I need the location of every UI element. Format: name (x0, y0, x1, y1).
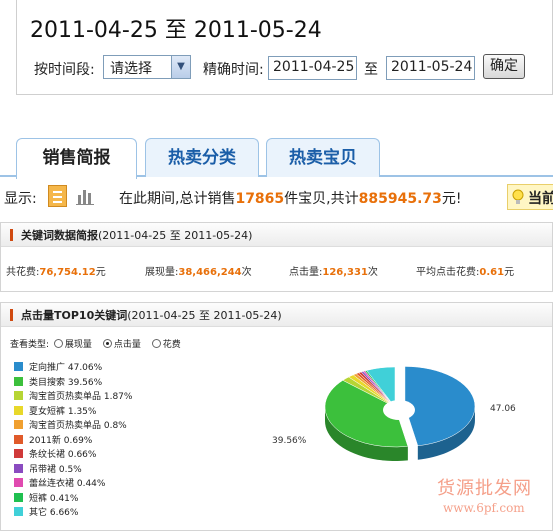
date-from-input[interactable]: 2011-04-25 (268, 56, 357, 80)
date-range-title: 2011-04-25 至 2011-05-24 (30, 18, 322, 43)
legend-item: 吊带裙 0.5% (14, 462, 82, 475)
period-label: 按时间段: (34, 62, 95, 78)
to-label: 至 (364, 62, 378, 78)
total-amount: 885945.73 (358, 191, 442, 207)
watermark-url: www.6pf.com (443, 501, 525, 515)
stat-avg-click-cost: 平均点击花费:0.61元 (416, 267, 515, 278)
display-label: 显示: (4, 191, 37, 207)
legend-swatch (14, 362, 23, 371)
stat-total-cost: 共花费:76,754.12元 (6, 267, 106, 278)
stat-impressions: 展现量:38,466,244次 (145, 267, 252, 278)
legend-label: 吊带裙 0.5% (29, 464, 82, 475)
keyword-report-title: 关键词数据简报 (21, 229, 98, 242)
legend-item: 蕾丝连衣裙 0.44% (14, 476, 105, 489)
legend-swatch (14, 391, 23, 400)
legend-item: 夏女短裤 1.35% (14, 404, 96, 417)
legend-swatch (14, 376, 23, 386)
pie-slice-label: 39.56% (272, 436, 307, 446)
items-sold-count: 17865 (235, 191, 285, 207)
sales-summary-line: 显示: 在此期间,总计销售17865件宝贝,共计885945.73元! (0, 185, 553, 209)
date-to-input[interactable]: 2011-05-24 (386, 56, 475, 80)
tab-hot-categories[interactable]: 热卖分类 (145, 138, 259, 177)
legend-swatch (14, 507, 23, 516)
chart-view-icon[interactable] (75, 186, 95, 206)
click-share-pie-chart: 47.06 39.56% (272, 366, 516, 461)
legend-label: 蕾丝连衣裙 0.44% (29, 479, 106, 489)
lightbulb-icon (512, 189, 524, 205)
legend-label: 条纹长裙 0.66% (29, 450, 97, 460)
legend-label: 其它 6.66% (29, 508, 79, 518)
legend-label: 淘宝首页热卖单品 1.87% (29, 392, 133, 402)
legend-item: 淘宝首页热卖单品 0.8% (14, 418, 127, 431)
legend-swatch (14, 405, 23, 415)
legend-item: 其它 6.66% (14, 505, 78, 518)
chevron-down-icon[interactable]: ▼ (171, 56, 190, 78)
legend-swatch (14, 449, 23, 458)
legend-item: 类目搜索 39.56% (14, 375, 102, 388)
legend-item: 淘宝首页热卖单品 1.87% (14, 389, 132, 402)
top10-title: 点击量TOP10关键词 (21, 309, 128, 322)
legend-swatch (14, 463, 23, 473)
tip-box: 当前 (507, 184, 553, 210)
top10-range: (2011-04-25 至 2011-05-24) (127, 309, 282, 322)
pie-slice-label: 47.06 (490, 404, 516, 414)
legend-swatch (14, 492, 23, 502)
pie-center-hole (383, 400, 415, 420)
stat-clicks: 点击量:126,331次 (289, 267, 378, 278)
keyword-report-section: 关键词数据简报(2011-04-25 至 2011-05-24) (0, 222, 553, 292)
keyword-report-range: (2011-04-25 至 2011-05-24) (98, 229, 253, 242)
legend-item: 定向推广 47.06% (14, 360, 102, 373)
tab-sales-summary[interactable]: 销售简报 (16, 138, 137, 179)
view-type-label: 查看类型: (10, 340, 50, 350)
legend-label: 夏女短裤 1.35% (29, 406, 97, 417)
legend-item: 短裤 0.41% (14, 491, 78, 504)
view-type-row: 查看类型: 展现量 点击量 花费 (10, 337, 181, 350)
list-view-icon[interactable] (48, 185, 67, 207)
top10-header: 点击量TOP10关键词(2011-04-25 至 2011-05-24) (1, 303, 552, 327)
legend-swatch (14, 434, 23, 444)
legend-label: 定向推广 47.06% (29, 363, 103, 373)
legend-item: 条纹长裙 0.66% (14, 447, 96, 460)
radio-cost[interactable]: 花费 (151, 339, 181, 350)
watermark-title: 货源批发网 (437, 478, 532, 499)
legend-swatch (14, 420, 23, 429)
radio-impressions[interactable]: 展现量 (53, 339, 92, 350)
legend-label: 短裤 0.41% (29, 493, 79, 504)
keyword-report-header: 关键词数据简报(2011-04-25 至 2011-05-24) (1, 223, 552, 247)
confirm-button[interactable]: 确定 (483, 54, 525, 79)
radio-clicks[interactable]: 点击量 (102, 339, 141, 350)
legend-label: 2011新 0.69% (29, 435, 93, 446)
legend-swatch (14, 478, 23, 487)
tab-hot-items[interactable]: 热卖宝贝 (266, 138, 380, 177)
legend-label: 类目搜索 39.56% (29, 377, 103, 388)
summary-text: 在此期间,总计销售17865件宝贝,共计885945.73元! (119, 191, 462, 207)
exact-time-label: 精确时间: (203, 62, 264, 78)
legend-label: 淘宝首页热卖单品 0.8% (29, 421, 127, 431)
legend-item: 2011新 0.69% (14, 433, 92, 446)
